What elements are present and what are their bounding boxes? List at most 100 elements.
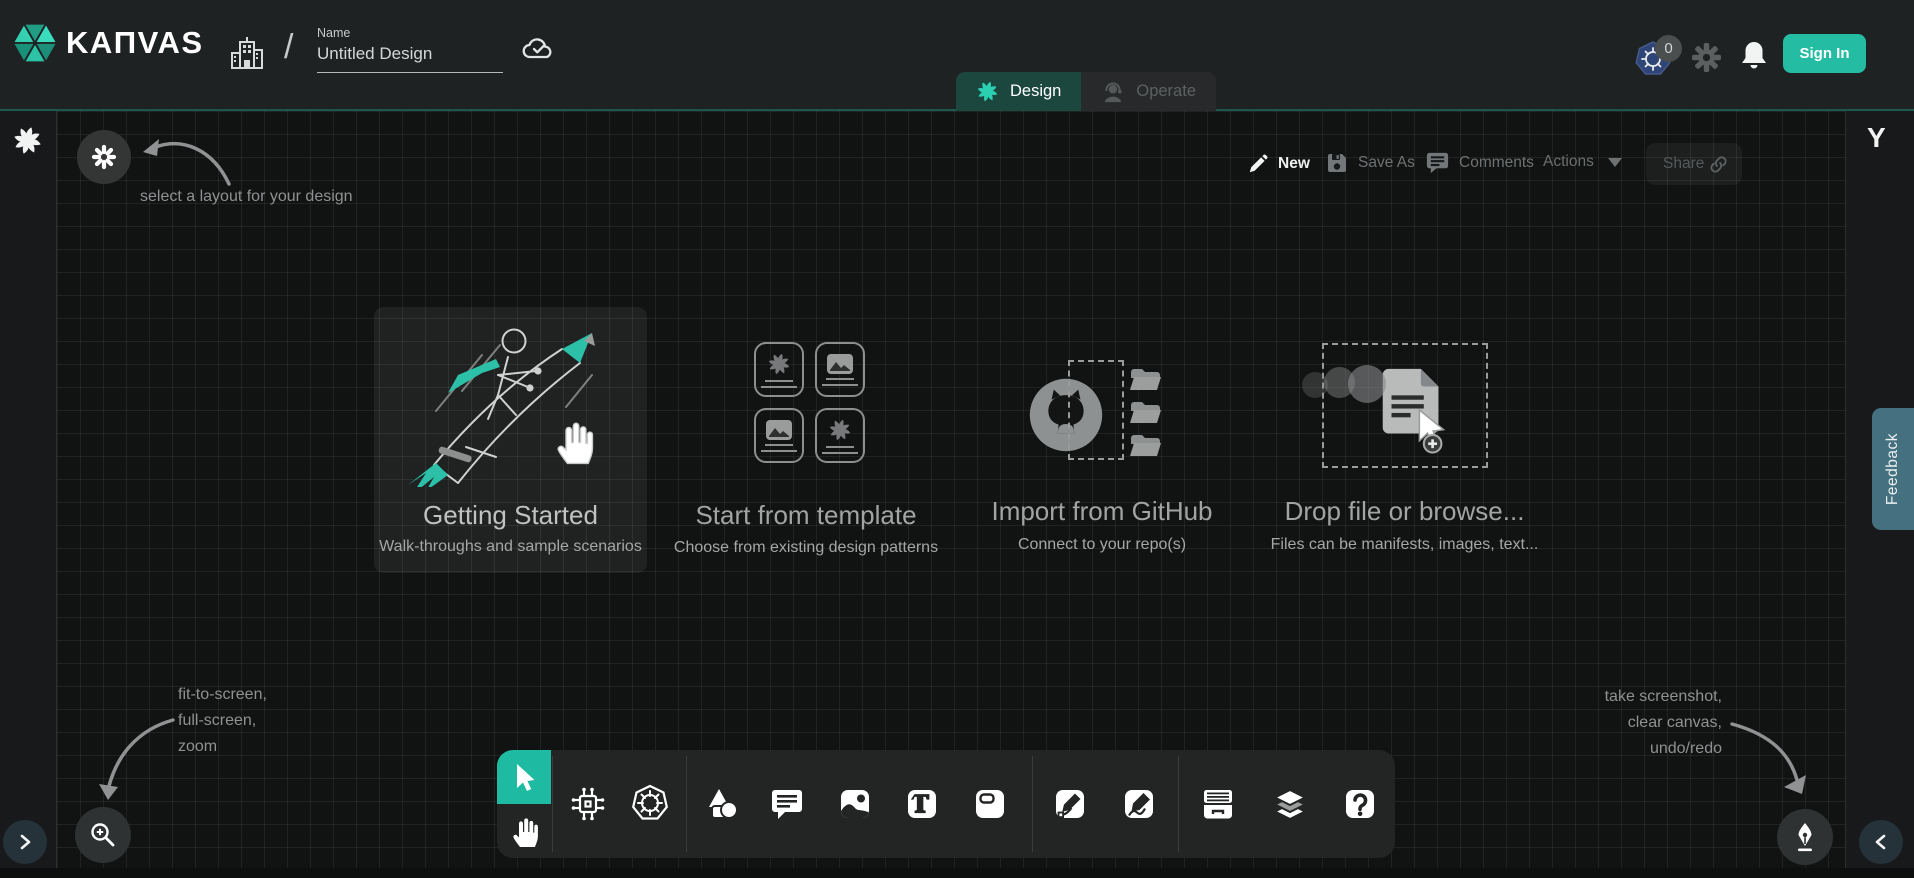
card-subtitle: Connect to your repo(s): [982, 536, 1222, 554]
gear-icon[interactable]: [1692, 43, 1721, 72]
actions-label: Actions: [1543, 153, 1594, 171]
cursor-tool[interactable]: [497, 750, 551, 804]
drop-dashed-box: [1322, 343, 1488, 468]
component-tool[interactable]: [566, 782, 610, 826]
card-title: Getting Started: [374, 500, 647, 531]
brand-wordmark: KAΠVAS: [66, 25, 204, 61]
zoom-in-icon: [89, 821, 117, 849]
pen-path-tool[interactable]: [1048, 782, 1092, 826]
bottom-strip: [0, 868, 1914, 878]
chevron-right-icon: [16, 833, 34, 851]
actions-dropdown[interactable]: Actions: [1543, 153, 1622, 171]
comment-tool[interactable]: [765, 782, 809, 826]
toolbar-divider: [1032, 756, 1033, 852]
tab-operate-label: Operate: [1136, 82, 1196, 101]
pinwheel-icon: [828, 418, 852, 442]
folder-icon: [1128, 399, 1162, 425]
hand-cursor-icon: [552, 417, 594, 465]
drawer-tool[interactable]: [1196, 782, 1240, 826]
comments-button[interactable]: Comments: [1425, 151, 1534, 175]
github-dashed-box: [1068, 360, 1124, 460]
actions-hint-text: take screenshot, clear canvas, undo/redo: [1430, 684, 1722, 762]
template-thumb-image: [754, 408, 804, 463]
zoom-hint-text: fit-to-screen, full-screen, zoom: [178, 682, 267, 760]
toolbar-divider: [1178, 756, 1179, 852]
image-icon: [827, 354, 853, 374]
kubernetes-tool[interactable]: [628, 782, 672, 826]
layers-tool[interactable]: [1268, 782, 1312, 826]
new-design-button[interactable]: New: [1247, 153, 1310, 175]
template-thumbnails: [754, 342, 865, 463]
sign-in-button[interactable]: Sign In: [1783, 34, 1866, 73]
design-name-input[interactable]: [317, 44, 503, 73]
share-label: Share: [1663, 155, 1704, 173]
motion-trail-circle: [1348, 365, 1386, 403]
toolbar-divider: [552, 756, 553, 852]
card-subtitle: Choose from existing design patterns: [646, 539, 966, 557]
image-tool[interactable]: [833, 782, 877, 826]
card-getting-started[interactable]: Getting Started Walk-throughs and sample…: [374, 307, 647, 573]
toolbar-divider: [686, 756, 687, 852]
cursor-arrow-icon: [509, 762, 539, 792]
card-import-from-github[interactable]: Import from GitHub Connect to your repo(…: [982, 330, 1222, 570]
bottom-toolbar: [497, 750, 1395, 858]
tab-design-label: Design: [1010, 82, 1061, 101]
flower-layout-icon: [91, 144, 117, 170]
hand-tool[interactable]: [497, 804, 551, 858]
folder-icon: [1128, 432, 1162, 458]
card-title: Drop file or browse...: [1282, 496, 1527, 527]
feedback-label: Feedback: [1884, 433, 1902, 505]
design-pinwheel-icon: [976, 80, 999, 103]
expand-right-panel-button[interactable]: [1859, 820, 1903, 864]
shapes-tool[interactable]: [700, 782, 744, 826]
text-tool[interactable]: [900, 782, 944, 826]
tab-design[interactable]: Design: [956, 72, 1081, 111]
pencil-sketch-tool[interactable]: [1117, 782, 1161, 826]
new-label: New: [1278, 155, 1310, 173]
image-icon: [766, 420, 792, 440]
card-title: Import from GitHub: [982, 496, 1222, 527]
caret-down-icon: [1608, 158, 1622, 167]
layout-hint-text: select a layout for your design: [140, 184, 353, 210]
notifications-count-badge[interactable]: 0: [1655, 35, 1682, 62]
left-rail: [0, 111, 57, 868]
screenshot-actions-button[interactable]: [1777, 809, 1833, 865]
tab-operate[interactable]: Operate: [1081, 72, 1216, 111]
zoom-button[interactable]: [75, 807, 131, 863]
pinwheel-icon: [767, 352, 791, 376]
folder-icon: [1128, 366, 1162, 392]
help-tool[interactable]: [1338, 782, 1382, 826]
bell-icon[interactable]: [1739, 40, 1769, 72]
operate-headset-icon: [1101, 80, 1125, 104]
kanvas-hexagon-logo: [12, 20, 58, 66]
comments-label: Comments: [1459, 154, 1534, 172]
note-tool[interactable]: [968, 782, 1012, 826]
chevron-left-icon: [1872, 833, 1890, 851]
card-subtitle: Walk-throughs and sample scenarios: [374, 538, 647, 556]
save-as-label: Save As: [1358, 154, 1415, 172]
floppy-icon: [1325, 151, 1349, 175]
mode-tabs: Design Operate: [956, 72, 1216, 111]
template-thumb-image: [815, 342, 865, 397]
save-as-button[interactable]: Save As: [1325, 151, 1415, 175]
template-thumb-pinwheel: [815, 408, 865, 463]
spiral-logo-icon[interactable]: [12, 125, 43, 156]
hand-icon: [508, 814, 540, 848]
kanvas-app: KAΠVAS / Name: [0, 0, 1914, 878]
template-thumb-pinwheel: [754, 342, 804, 397]
card-drop-file[interactable]: Drop file or browse... Files can be mani…: [1282, 330, 1527, 570]
pen-nib-icon: [1791, 822, 1819, 852]
cloud-saved-icon: [520, 33, 558, 63]
card-title: Start from template: [666, 500, 946, 531]
card-start-from-template[interactable]: Start from template Choose from existing…: [666, 330, 946, 570]
pencil-icon: [1247, 153, 1269, 175]
design-name-label: Name: [317, 26, 350, 40]
feedback-tab[interactable]: Feedback: [1872, 408, 1914, 530]
building-icon: [229, 36, 265, 70]
layout-picker-button[interactable]: [77, 130, 131, 184]
actions-hint-arrow: [1718, 702, 1816, 804]
zoom-hint-arrow: [95, 700, 187, 808]
share-button[interactable]: Share: [1646, 143, 1742, 185]
expand-left-panel-button[interactable]: [3, 820, 47, 864]
y-extension-logo[interactable]: Y: [1867, 122, 1886, 154]
